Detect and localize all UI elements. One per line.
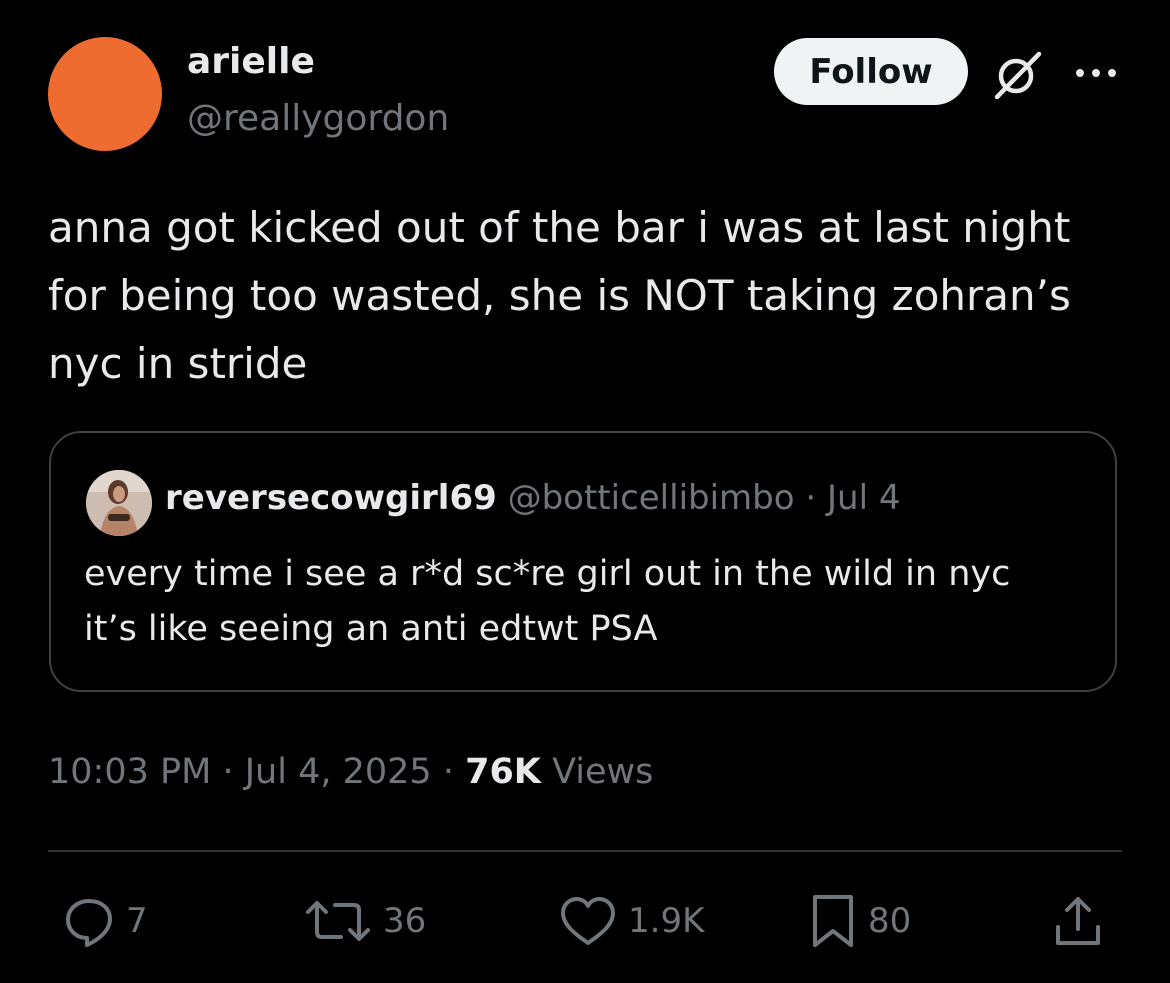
tweet-meta: 10:03 PM · Jul 4, 2025 · 76K Views bbox=[48, 752, 653, 792]
reply-icon bbox=[66, 899, 112, 947]
meta-separator: · bbox=[222, 752, 234, 792]
reply-button[interactable]: 7 bbox=[62, 893, 148, 949]
heart-icon bbox=[561, 897, 615, 945]
bookmark-count: 80 bbox=[868, 901, 912, 941]
reply-count: 7 bbox=[126, 901, 148, 941]
author-handle[interactable]: @reallygordon bbox=[187, 98, 449, 139]
repost-icon bbox=[306, 901, 370, 941]
quoted-author-name[interactable]: reversecowgirl69 bbox=[165, 478, 497, 518]
quoted-author-avatar[interactable] bbox=[86, 470, 152, 536]
grok-icon[interactable] bbox=[990, 48, 1044, 102]
author-avatar[interactable] bbox=[48, 37, 162, 151]
share-icon bbox=[1056, 897, 1100, 945]
quoted-author-handle[interactable]: @botticellibimbo bbox=[508, 478, 795, 518]
repost-count: 36 bbox=[383, 901, 427, 941]
tweet-text: anna got kicked out of the bar i was at … bbox=[48, 203, 1071, 388]
views-count: 76K bbox=[465, 752, 541, 792]
views-label: Views bbox=[552, 752, 654, 792]
repost-button[interactable]: 36 bbox=[303, 893, 426, 949]
bookmark-icon bbox=[813, 895, 853, 947]
author-display-name[interactable]: arielle bbox=[187, 41, 315, 82]
follow-button[interactable]: Follow bbox=[774, 38, 968, 105]
divider bbox=[48, 850, 1122, 852]
meta-separator: · bbox=[442, 752, 454, 792]
like-count: 1.9K bbox=[628, 901, 705, 941]
quoted-header-separator: · bbox=[805, 478, 817, 518]
quoted-tweet-text: every time i see a r*d sc*re girl out in… bbox=[84, 554, 1011, 649]
quoted-tweet-card[interactable]: reversecowgirl69 @botticellibimbo · Jul … bbox=[49, 431, 1117, 692]
quoted-tweet-date[interactable]: Jul 4 bbox=[827, 478, 900, 518]
tweet-date[interactable]: Jul 4, 2025 bbox=[245, 752, 432, 792]
bookmark-button[interactable]: 80 bbox=[808, 893, 911, 949]
more-icon[interactable] bbox=[1071, 58, 1121, 88]
quoted-tweet-header: reversecowgirl69 @botticellibimbo · Jul … bbox=[165, 478, 900, 518]
tweet-time[interactable]: 10:03 PM bbox=[48, 752, 211, 792]
like-button[interactable]: 1.9K bbox=[558, 893, 704, 949]
share-button[interactable] bbox=[1050, 893, 1106, 949]
